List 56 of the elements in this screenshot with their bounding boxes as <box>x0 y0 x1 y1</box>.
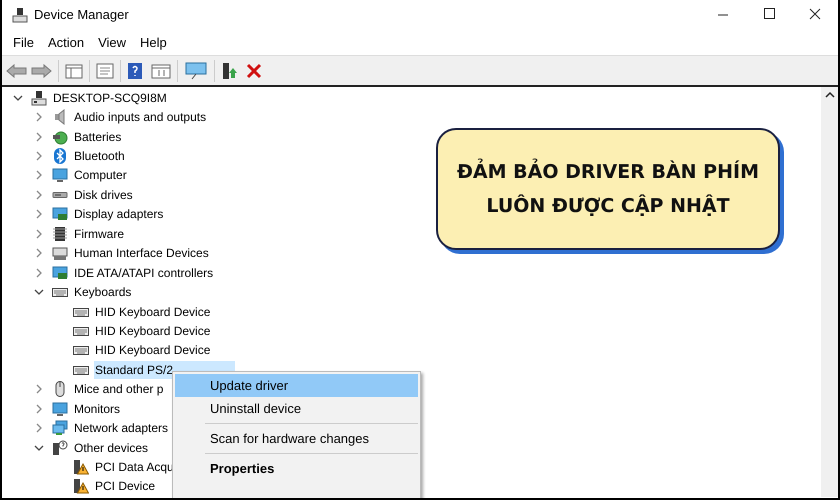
tree-item[interactable]: Batteries <box>73 128 122 146</box>
menu-item[interactable]: View <box>93 32 132 52</box>
tree-item[interactable]: Monitors <box>73 400 122 418</box>
tree-item[interactable]: Disk drives <box>73 186 134 204</box>
network-icon <box>52 420 68 436</box>
tree-item[interactable]: Network adapters <box>73 419 170 438</box>
warning-device-icon <box>73 478 89 494</box>
help-icon[interactable] <box>127 62 143 80</box>
warning-device-icon <box>73 459 89 476</box>
battery-icon <box>52 128 68 145</box>
tree-item[interactable]: Other devices <box>73 438 150 457</box>
tree-item[interactable]: IDE ATA/ATAPI controllers <box>73 264 214 282</box>
context-menu-item[interactable]: Uninstall device <box>175 397 418 420</box>
bluetooth-icon <box>52 148 68 164</box>
driver-update-icon[interactable] <box>221 62 239 80</box>
tree-item[interactable]: Keyboards <box>73 283 132 302</box>
document-icon[interactable] <box>96 62 114 78</box>
menu-item[interactable]: Action <box>42 32 90 52</box>
context-menu-item[interactable]: Properties <box>175 457 418 480</box>
context-menu-item[interactable]: Update driver <box>175 374 418 397</box>
tree-item[interactable]: HID Keyboard Device <box>94 322 212 340</box>
tree-item[interactable]: Display adapters <box>73 205 164 224</box>
disk-drive-icon <box>52 192 68 198</box>
tree-item[interactable]: Mice and other p <box>73 380 164 398</box>
forward-arrow-icon[interactable] <box>30 62 52 78</box>
tree-item[interactable]: Bluetooth <box>73 147 126 166</box>
computer-icon <box>12 7 28 23</box>
chip-icon <box>52 226 68 242</box>
tree-item[interactable]: Computer <box>73 166 128 184</box>
tree-item[interactable]: PCI Device <box>94 477 156 496</box>
scrollbar[interactable] <box>821 87 838 497</box>
adapter-card-icon <box>52 206 68 222</box>
window-title: Device Manager <box>34 6 129 24</box>
menu-item[interactable]: File <box>8 32 39 52</box>
window-icon[interactable] <box>65 62 83 78</box>
adapter-card-icon <box>52 264 68 281</box>
window-icon[interactable] <box>151 62 171 78</box>
tree-item[interactable]: Audio inputs and outputs <box>73 108 208 126</box>
computer-icon <box>31 90 47 106</box>
unknown-device-icon <box>52 440 68 456</box>
scroll-up-icon[interactable] <box>824 91 834 99</box>
uninstall-x-icon[interactable] <box>245 62 263 80</box>
context-menu-item[interactable]: Scan for hardware changes <box>175 427 418 450</box>
banner-text: ĐẢM BẢO DRIVER BÀN PHÍM <box>456 158 759 184</box>
tree-item[interactable]: Human Interface Devices <box>73 244 210 262</box>
tree-item[interactable]: Firmware <box>73 224 125 243</box>
tree-item[interactable]: DESKTOP-SCQ9I8M <box>52 88 168 107</box>
banner-text: LUÔN ĐƯỢC CẬP NHẬT <box>486 193 730 219</box>
menu-item[interactable]: Help <box>135 32 172 52</box>
back-arrow-icon[interactable] <box>6 62 28 78</box>
tree-item[interactable]: HID Keyboard Device <box>94 302 212 321</box>
monitor-icon <box>52 400 68 417</box>
monitor-icon[interactable] <box>184 62 208 80</box>
monitor-icon <box>52 167 68 184</box>
tree-item[interactable]: HID Keyboard Device <box>94 341 212 360</box>
input-device-icon <box>52 245 68 262</box>
